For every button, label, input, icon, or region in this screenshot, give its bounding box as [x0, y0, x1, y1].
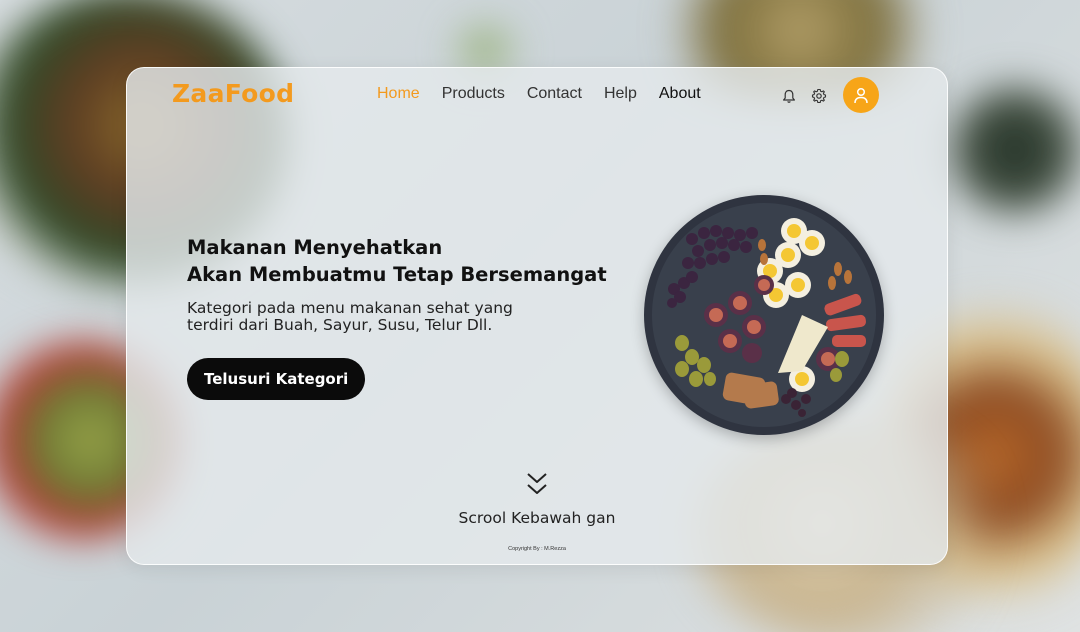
- nav-products[interactable]: Products: [442, 85, 505, 103]
- glass-card: ZaaFood Home Products Contact Help About…: [126, 67, 948, 565]
- logo[interactable]: ZaaFood: [172, 79, 294, 108]
- user-icon: [854, 87, 868, 103]
- scroll-label: Scrool Kebawah gan: [458, 509, 616, 527]
- hero-title: Makanan Menyehatkan Akan Membuatmu Tetap…: [187, 234, 607, 288]
- nav-contact[interactable]: Contact: [527, 85, 582, 103]
- main-nav: Home Products Contact Help About: [377, 85, 723, 103]
- hero-subtitle: Kategori pada menu makanan sehat yang te…: [187, 299, 513, 334]
- hero-title-line2: Akan Membuatmu Tetap Bersemangat: [187, 263, 607, 286]
- header-icons: [779, 86, 839, 106]
- explore-category-button[interactable]: Telusuri Kategori: [187, 358, 366, 400]
- nav-home[interactable]: Home: [377, 85, 420, 103]
- nav-about[interactable]: About: [659, 85, 701, 103]
- nav-help[interactable]: Help: [604, 85, 637, 103]
- double-chevron-down-icon: [527, 473, 547, 494]
- food-plate-image: [644, 195, 884, 435]
- copyright-text: Copyright By : M.Rezza: [508, 546, 566, 552]
- user-avatar-button[interactable]: [843, 77, 879, 113]
- gear-icon[interactable]: [809, 86, 829, 106]
- scroll-indicator[interactable]: [127, 472, 947, 502]
- bell-icon[interactable]: [779, 86, 799, 106]
- hero-title-line1: Makanan Menyehatkan: [187, 236, 443, 259]
